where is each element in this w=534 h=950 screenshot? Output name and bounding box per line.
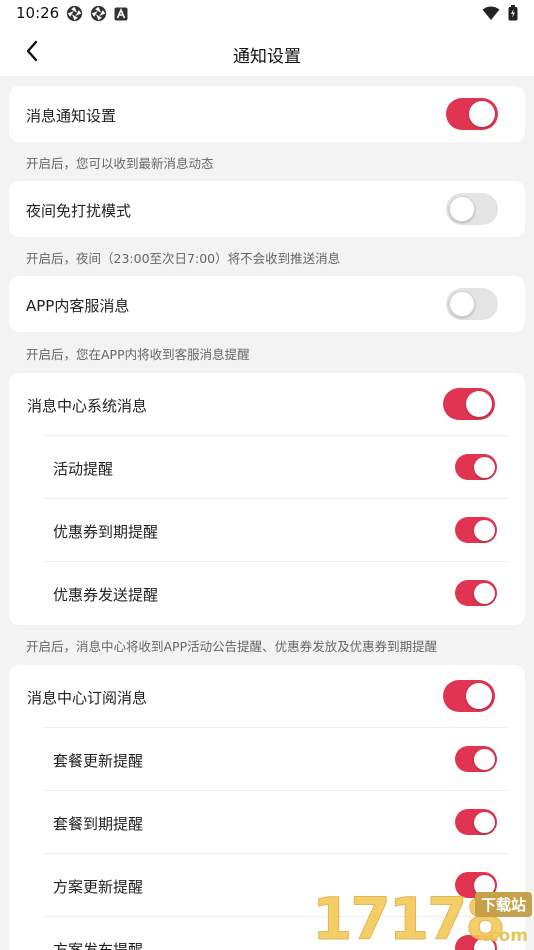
activity-reminder-toggle[interactable] xyxy=(455,454,497,480)
toggle-knob xyxy=(449,291,475,317)
card-msg-notify: 消息通知设置 xyxy=(9,86,525,142)
coupon-expire-toggle[interactable] xyxy=(455,517,497,543)
night-mode-label: 夜间免打扰模式 xyxy=(26,202,132,220)
toggle-knob xyxy=(473,456,495,478)
status-time: 10:26 xyxy=(16,4,60,22)
toggle-knob xyxy=(473,811,495,833)
divider xyxy=(44,435,507,436)
package-expire-toggle[interactable] xyxy=(455,809,497,835)
watermark-logo: 17178 下载站 .com xyxy=(312,888,534,950)
card-night-mode: 夜间免打扰模式 xyxy=(9,181,525,237)
plan-update-label: 方案更新提醒 xyxy=(53,878,144,896)
plan-publish-label: 方案发布提醒 xyxy=(53,941,144,950)
divider xyxy=(44,498,507,499)
activity-reminder-label: 活动提醒 xyxy=(53,460,114,478)
package-update-label: 套餐更新提醒 xyxy=(53,752,144,770)
night-mode-hint: 开启后，夜间（23:00至次日7:00）将不会收到推送消息 xyxy=(26,251,341,266)
system-msg-toggle[interactable] xyxy=(443,388,495,420)
card-app-service: APP内客服消息 xyxy=(9,276,525,332)
system-msg-label: 消息中心系统消息 xyxy=(27,397,148,415)
night-mode-toggle[interactable] xyxy=(446,193,498,225)
toggle-knob xyxy=(473,519,495,541)
msg-notify-label: 消息通知设置 xyxy=(26,107,117,125)
aperture-icon xyxy=(90,5,107,22)
toggle-knob xyxy=(469,101,495,127)
aperture-icon xyxy=(66,5,83,22)
toggle-knob xyxy=(473,748,495,770)
coupon-send-label: 优惠券发送提醒 xyxy=(53,586,159,604)
notification-a-icon xyxy=(114,7,128,20)
page-title: 通知设置 xyxy=(233,47,301,67)
coupon-send-toggle[interactable] xyxy=(455,580,497,606)
toggle-knob xyxy=(449,196,475,222)
status-bar: 10:26 xyxy=(0,0,534,28)
toggle-knob xyxy=(466,391,492,417)
divider xyxy=(44,561,507,562)
nav-header: 通知设置 xyxy=(0,28,534,76)
toggle-knob xyxy=(473,582,495,604)
card-system-msg: 消息中心系统消息 活动提醒 优惠券到期提醒 优惠券发送提醒 xyxy=(9,373,525,625)
msg-notify-hint: 开启后，您可以收到最新消息动态 xyxy=(26,156,214,171)
watermark-domain: .com xyxy=(482,926,528,946)
system-msg-hint: 开启后，消息中心将收到APP活动公告提醒、优惠券发放及优惠券到期提醒 xyxy=(26,639,438,654)
battery-icon xyxy=(508,5,518,21)
app-service-hint: 开启后，您在APP内将收到客服消息提醒 xyxy=(26,347,250,362)
app-service-label: APP内客服消息 xyxy=(26,297,130,315)
subscribe-msg-label: 消息中心订阅消息 xyxy=(27,689,148,707)
toggle-knob xyxy=(466,683,492,709)
status-icons-right xyxy=(482,5,518,21)
package-expire-label: 套餐到期提醒 xyxy=(53,815,144,833)
package-update-toggle[interactable] xyxy=(455,746,497,772)
wifi-icon xyxy=(482,6,500,20)
subscribe-msg-toggle[interactable] xyxy=(443,680,495,712)
app-service-toggle[interactable] xyxy=(446,288,498,320)
watermark-tag: 下载站 xyxy=(474,892,532,917)
divider xyxy=(44,853,507,854)
divider xyxy=(44,727,507,728)
divider xyxy=(44,790,507,791)
msg-notify-toggle[interactable] xyxy=(446,98,498,130)
status-icons-left xyxy=(66,5,128,22)
coupon-expire-label: 优惠券到期提醒 xyxy=(53,523,159,541)
